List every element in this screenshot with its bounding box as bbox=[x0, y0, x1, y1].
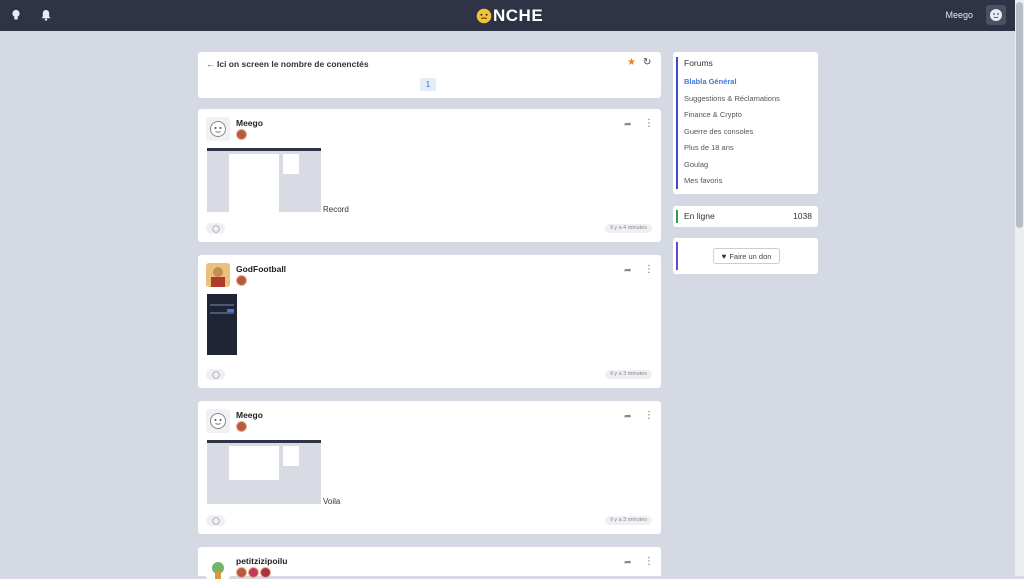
post-timestamp: il y a 3 minutes bbox=[605, 516, 652, 525]
share-icon[interactable]: ➦ bbox=[624, 557, 632, 568]
post-author[interactable]: Meego bbox=[236, 410, 263, 420]
donate-label: Faire un don bbox=[729, 251, 772, 261]
panel-accent bbox=[676, 57, 678, 189]
topic-title: Ici on screen le nombre de conenctés bbox=[217, 59, 369, 69]
more-options-icon[interactable]: ⋮ bbox=[644, 556, 654, 567]
lightbulb-icon[interactable] bbox=[9, 8, 23, 22]
logo-face-icon bbox=[476, 8, 492, 24]
forum-item-mes-favoris[interactable]: Mes favoris bbox=[684, 176, 722, 185]
post-card: GodFootball ➦ ⋮ il y a 3 minutes bbox=[198, 255, 661, 388]
share-icon[interactable]: ➦ bbox=[624, 265, 632, 276]
reaction-button[interactable] bbox=[206, 515, 225, 526]
post-card: petitzizipoilu ➦ ⋮ bbox=[198, 547, 661, 579]
panel-accent bbox=[676, 242, 678, 270]
site-logo[interactable]: NCHE bbox=[476, 7, 543, 25]
forum-item-suggestions[interactable]: Suggestions & Réclamations bbox=[684, 94, 780, 103]
user-badges bbox=[236, 421, 247, 432]
post-author[interactable]: GodFootball bbox=[236, 264, 286, 274]
online-label: En ligne bbox=[684, 211, 715, 221]
user-badges bbox=[236, 129, 247, 140]
post-timestamp: il y a 4 minutes bbox=[605, 224, 652, 233]
avatar[interactable] bbox=[206, 263, 230, 287]
favorite-star-icon[interactable]: ★ bbox=[627, 57, 636, 68]
avatar[interactable] bbox=[206, 555, 230, 579]
user-avatar[interactable] bbox=[986, 5, 1006, 25]
post-card: Meego ➦ ⋮ Record il y a 4 minutes bbox=[198, 109, 661, 242]
forums-heading: Forums bbox=[684, 58, 713, 68]
forum-item-blabla-general[interactable]: Blabla Général bbox=[684, 77, 737, 86]
post-text: Record bbox=[323, 205, 349, 214]
online-panel: En ligne 1038 bbox=[673, 206, 818, 227]
more-options-icon[interactable]: ⋮ bbox=[644, 118, 654, 129]
heart-icon: ♥ bbox=[721, 251, 727, 261]
badge-icon bbox=[260, 567, 271, 578]
forum-item-finance-crypto[interactable]: Finance & Crypto bbox=[684, 110, 742, 119]
post-author[interactable]: petitzizipoilu bbox=[236, 556, 287, 566]
donate-panel: ♥ Faire un don bbox=[673, 238, 818, 274]
badge-icon bbox=[236, 421, 247, 432]
user-badges bbox=[236, 275, 247, 286]
username[interactable]: Meego bbox=[945, 10, 973, 20]
topic-header: ← Ici on screen le nombre de conenctés ★… bbox=[198, 52, 661, 98]
reaction-button[interactable] bbox=[206, 369, 225, 380]
page-number-button[interactable]: 1 bbox=[420, 78, 436, 91]
avatar[interactable] bbox=[206, 409, 230, 433]
bell-icon[interactable] bbox=[39, 8, 53, 22]
forum-item-goulag[interactable]: Goulag bbox=[684, 160, 708, 169]
avatar[interactable] bbox=[206, 117, 230, 141]
post-author[interactable]: Meego bbox=[236, 118, 263, 128]
more-options-icon[interactable]: ⋮ bbox=[644, 410, 654, 421]
badge-icon bbox=[236, 129, 247, 140]
forums-panel: Forums Blabla Général Suggestions & Récl… bbox=[673, 52, 818, 194]
badge-icon bbox=[236, 275, 247, 286]
user-badges bbox=[236, 567, 271, 578]
page-scrollbar-thumb[interactable] bbox=[1016, 2, 1023, 228]
site-name: NCHE bbox=[493, 6, 544, 25]
post-screenshot-image[interactable] bbox=[207, 294, 237, 355]
forum-item-plus-18[interactable]: Plus de 18 ans bbox=[684, 143, 734, 152]
donate-button[interactable]: ♥ Faire un don bbox=[713, 248, 780, 264]
forum-item-guerre-consoles[interactable]: Guerre des consoles bbox=[684, 127, 753, 136]
post-timestamp: il y a 3 minutes bbox=[605, 370, 652, 379]
more-options-icon[interactable]: ⋮ bbox=[644, 264, 654, 275]
share-icon[interactable]: ➦ bbox=[624, 119, 632, 130]
post-screenshot-image[interactable] bbox=[207, 440, 321, 504]
post-text: Voila bbox=[323, 497, 341, 506]
refresh-icon[interactable]: ↻ bbox=[643, 57, 651, 68]
reaction-button[interactable] bbox=[206, 223, 225, 234]
panel-accent bbox=[676, 210, 678, 223]
badge-icon bbox=[236, 567, 247, 578]
top-navbar: NCHE Meego bbox=[0, 0, 1015, 31]
back-arrow-icon[interactable]: ← bbox=[206, 59, 215, 69]
post-card: Meego ➦ ⋮ Voila il y a 3 minutes bbox=[198, 401, 661, 534]
badge-icon bbox=[248, 567, 259, 578]
share-icon[interactable]: ➦ bbox=[624, 411, 632, 422]
online-count: 1038 bbox=[793, 211, 812, 221]
post-screenshot-image[interactable] bbox=[207, 148, 321, 212]
